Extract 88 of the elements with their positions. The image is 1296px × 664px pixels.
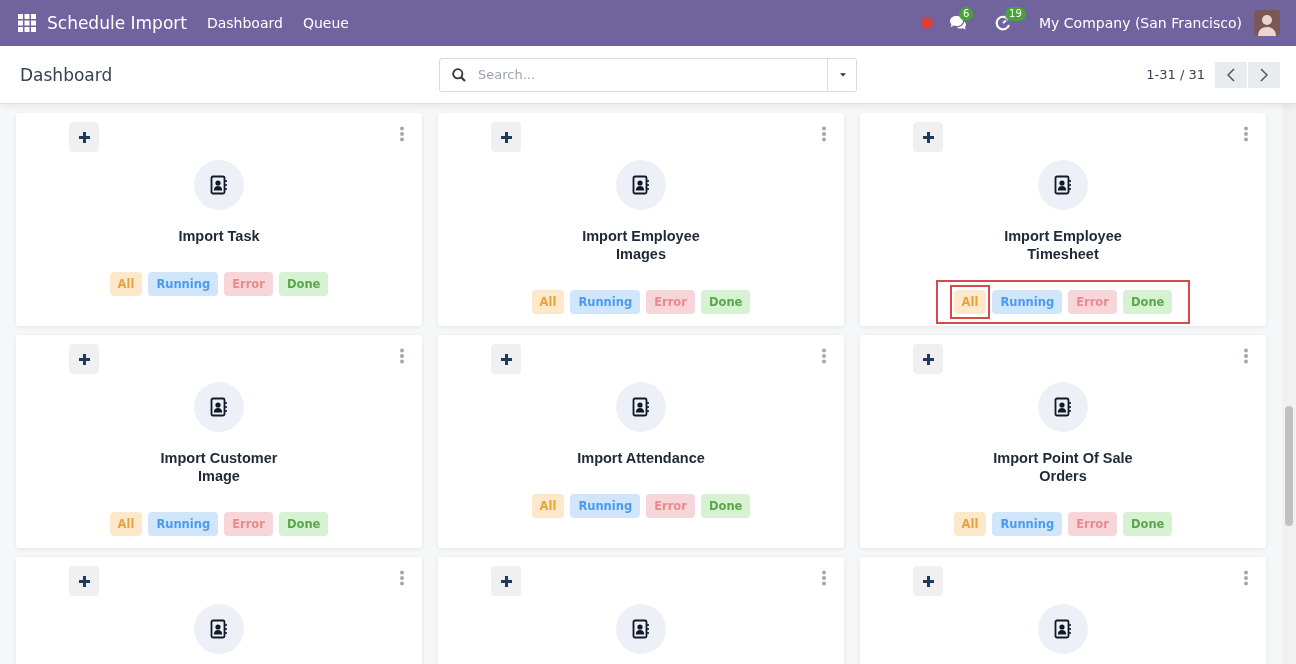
card-title: Import Employee Timesheet — [1003, 227, 1123, 263]
next-page-button[interactable] — [1248, 61, 1280, 88]
filter-button[interactable]: Running — [992, 512, 1063, 536]
chat-icon[interactable] — [949, 15, 968, 31]
filter-button[interactable]: All — [109, 512, 143, 536]
filter-button[interactable]: Running — [148, 272, 219, 296]
filter-button[interactable]: All — [109, 272, 143, 296]
card-title: Import Attendance — [577, 449, 705, 467]
plus-icon — [499, 574, 513, 588]
plus-icon — [499, 352, 513, 366]
add-button[interactable] — [913, 344, 943, 374]
plus-icon — [77, 574, 91, 588]
kebab-menu-icon[interactable] — [821, 570, 827, 586]
contact-book-icon — [1053, 619, 1073, 639]
chevron-right-icon — [1260, 67, 1268, 82]
plus-icon — [77, 352, 91, 366]
card-title: Import Task — [178, 227, 260, 245]
filter-button[interactable]: Error — [1068, 512, 1117, 536]
card-title: Import Customer Image — [159, 449, 279, 485]
search-field[interactable]: Search... — [439, 57, 857, 92]
caret-icon — [840, 71, 846, 78]
filter-button[interactable]: Error — [646, 494, 695, 518]
contact-book-icon — [1053, 175, 1073, 195]
plus-icon — [921, 574, 935, 588]
search-icon — [452, 67, 466, 82]
message-count-badge: 6 — [959, 7, 974, 21]
filter-button[interactable]: Done — [1122, 512, 1173, 536]
card-title: Import Employee Images — [581, 227, 701, 263]
kebab-menu-icon[interactable] — [1243, 126, 1249, 142]
filter-button[interactable]: Running — [570, 494, 641, 518]
contact-book-icon — [209, 175, 229, 195]
filter-button[interactable]: Running — [148, 512, 219, 536]
add-button[interactable] — [491, 344, 521, 374]
kebab-menu-icon[interactable] — [1243, 348, 1249, 364]
status-dot — [921, 17, 934, 29]
previous-page-button[interactable] — [1215, 61, 1247, 88]
kebab-menu-icon[interactable] — [399, 570, 405, 586]
add-button[interactable] — [69, 122, 99, 152]
plus-icon — [77, 130, 91, 144]
contact-book-icon — [1053, 397, 1073, 417]
page-title: Dashboard — [20, 64, 114, 85]
kebab-menu-icon[interactable] — [399, 348, 405, 364]
filter-button[interactable]: Done — [700, 494, 751, 518]
add-button[interactable] — [913, 122, 943, 152]
filter-button[interactable]: Error — [224, 272, 273, 296]
pager-value[interactable]: 1-31 / 31 — [1146, 67, 1205, 82]
contact-book-icon — [631, 397, 651, 417]
kebab-menu-icon[interactable] — [821, 348, 827, 364]
add-button[interactable] — [69, 566, 99, 596]
filter-button[interactable]: All — [531, 290, 565, 314]
chevron-left-icon — [1227, 67, 1235, 82]
add-button[interactable] — [913, 566, 943, 596]
card-title: Import Point Of Sale Orders — [992, 449, 1134, 485]
filter-button[interactable]: All — [953, 512, 987, 536]
kebab-menu-icon[interactable] — [399, 126, 405, 142]
plus-icon — [499, 130, 513, 144]
kebab-menu-icon[interactable] — [1243, 570, 1249, 586]
add-button[interactable] — [491, 122, 521, 152]
contact-book-icon — [631, 175, 651, 195]
scrollbar-thumb[interactable] — [1285, 406, 1293, 526]
contact-book-icon — [209, 619, 229, 639]
filter-button[interactable]: Error — [224, 512, 273, 536]
app-title: Schedule Import — [47, 13, 187, 33]
contact-book-icon — [631, 619, 651, 639]
company-name[interactable]: My Company (San Francisco) — [1039, 15, 1242, 31]
filter-button[interactable]: Running — [570, 290, 641, 314]
filter-button[interactable]: Done — [278, 272, 329, 296]
activity-count-badge: 19 — [1005, 7, 1026, 21]
clock-icon[interactable] — [995, 15, 1012, 31]
plus-icon — [921, 130, 935, 144]
filter-button[interactable]: Done — [700, 290, 751, 314]
filter-button[interactable]: Done — [1122, 290, 1173, 314]
add-button[interactable] — [491, 566, 521, 596]
menu-item[interactable]: Dashboard — [206, 15, 283, 31]
add-button[interactable] — [69, 344, 99, 374]
plus-icon — [921, 352, 935, 366]
filter-button[interactable]: Error — [1068, 290, 1117, 314]
filter-button[interactable]: Done — [278, 512, 329, 536]
filter-button[interactable]: All — [953, 290, 987, 314]
filter-button[interactable]: All — [531, 494, 565, 518]
filter-button[interactable]: Running — [992, 290, 1063, 314]
apps-grid-icon[interactable] — [18, 14, 36, 32]
search-input[interactable]: Search... — [476, 66, 827, 83]
contact-book-icon — [209, 397, 229, 417]
user-avatar[interactable] — [1254, 10, 1280, 36]
menu-item[interactable]: Queue — [302, 15, 349, 31]
filter-button[interactable]: Error — [646, 290, 695, 314]
kebab-menu-icon[interactable] — [821, 126, 827, 142]
